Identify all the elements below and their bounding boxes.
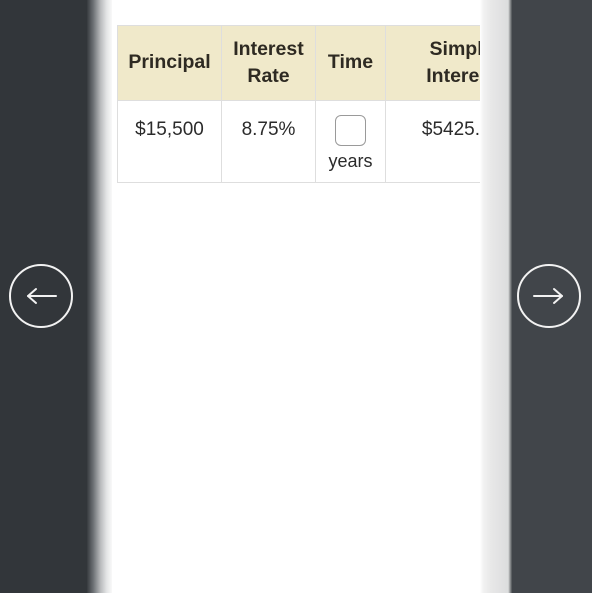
table-body: $15,500 8.75% years $5425.00 <box>117 99 482 183</box>
simple-interest-table: Principal Interest Rate Time Simple Inte… <box>117 25 482 183</box>
time-input-group: years <box>320 107 381 170</box>
time-answer-input[interactable] <box>335 114 366 146</box>
table-row: $15,500 8.75% years $5425.00 <box>117 99 482 183</box>
table-header: Principal Interest Rate Time Simple Inte… <box>117 25 482 101</box>
column-header-interest-rate: Interest Rate <box>221 25 316 101</box>
cell-interest-rate: 8.75% <box>221 99 316 183</box>
column-header-time: Time <box>315 25 386 101</box>
page-gutter-right <box>480 0 512 593</box>
arrow-left-icon <box>24 286 58 306</box>
cell-simple-interest: $5425.00 <box>385 99 482 183</box>
document-viewer: Principal Interest Rate Time Simple Inte… <box>0 0 592 593</box>
cell-principal: $15,500 <box>117 99 222 183</box>
interest-rate-value: 8.75% <box>241 118 296 140</box>
column-header-principal: Principal <box>117 25 222 101</box>
page-gutter-left <box>86 0 114 593</box>
next-page-button[interactable] <box>517 264 581 328</box>
simple-interest-value: $5425.00 <box>421 118 482 140</box>
arrow-right-icon <box>532 286 566 306</box>
time-unit-label: years <box>328 150 373 171</box>
previous-page-button[interactable] <box>9 264 73 328</box>
principal-value: $15,500 <box>135 118 204 140</box>
cell-time: years <box>315 99 386 183</box>
column-header-simple-interest: Simple Interest <box>385 25 482 101</box>
simple-interest-table-container: Principal Interest Rate Time Simple Inte… <box>117 25 482 183</box>
table-header-row: Principal Interest Rate Time Simple Inte… <box>117 25 482 101</box>
document-page: Principal Interest Rate Time Simple Inte… <box>112 0 482 593</box>
